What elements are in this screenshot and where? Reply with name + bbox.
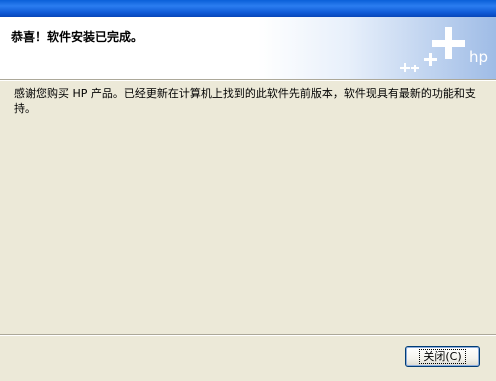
svg-text:hp: hp bbox=[469, 48, 488, 66]
close-button-label: 关闭(C) bbox=[419, 349, 466, 364]
close-button[interactable]: 关闭(C) bbox=[405, 346, 480, 367]
header-banner: 恭喜！软件安装已完成。 hp bbox=[0, 17, 496, 79]
header-divider bbox=[0, 79, 496, 81]
completion-message: 感谢您购买 HP 产品。已经更新在计算机上找到的此软件先前版本，软件现具有最新的… bbox=[14, 87, 476, 115]
installer-dialog: 恭喜！软件安装已完成。 hp 感谢您购买 HP 产品。已经更新在计算机上找到的此… bbox=[0, 0, 496, 381]
page-title: 恭喜！软件安装已完成。 bbox=[11, 30, 144, 44]
footer-divider bbox=[0, 334, 496, 336]
hp-logo-icon: hp bbox=[400, 27, 488, 72]
window-titlebar[interactable] bbox=[0, 0, 496, 17]
